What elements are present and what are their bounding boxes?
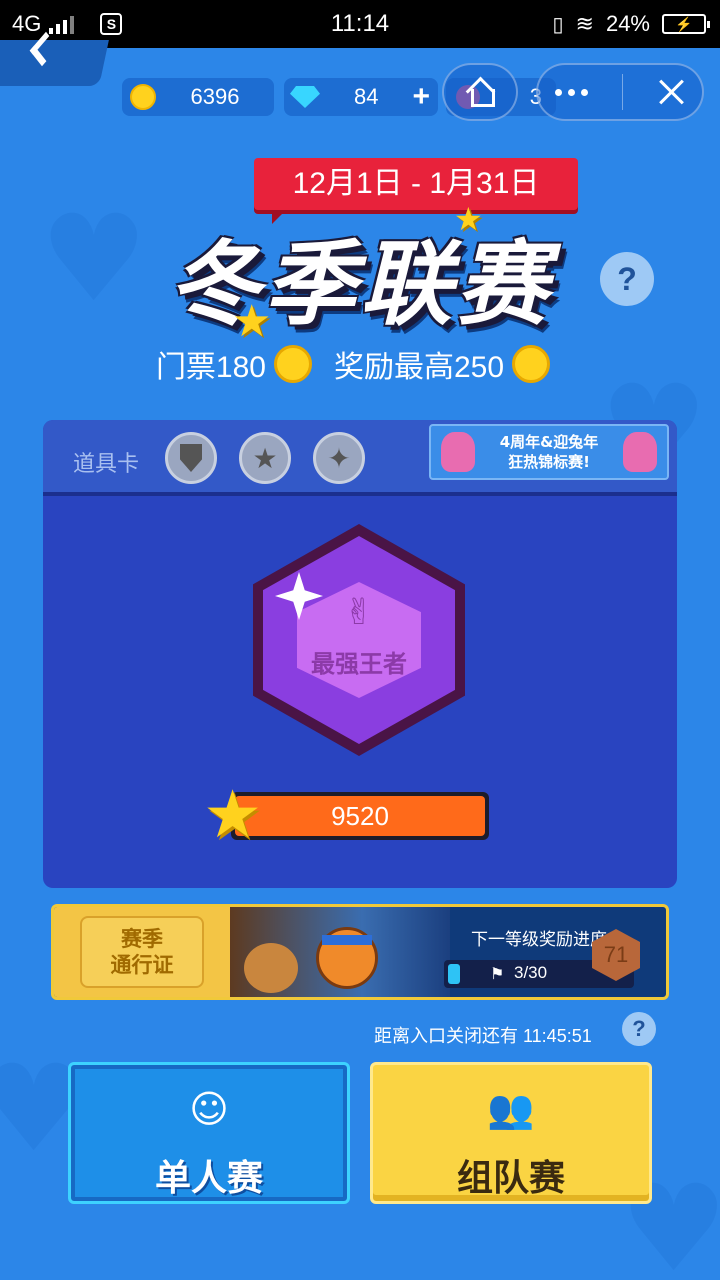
star-icon: ★ [203,776,263,853]
props-bar: 道具卡 ★ ✦ 4周年&迎兔年 狂热锦标赛! [43,420,677,496]
rank-name: 最强王者 [311,650,407,678]
team-mode-label: 组队赛 [456,1158,565,1199]
promo-banner[interactable]: 4周年&迎兔年 狂热锦标赛! [429,424,669,480]
team-players-icon: 👥 [487,1087,535,1131]
vibrate-icon: ▯ [552,13,564,36]
single-mode-label: 单人赛 [154,1158,263,1199]
props-label: 道具卡 [73,452,140,477]
close-button[interactable] [657,78,685,106]
rank-panel: 道具卡 ★ ✦ 4周年&迎兔年 狂热锦标赛! ✌ 最强王者 9520 ★ [43,420,677,888]
max-reward-label: 奖励最高250 [334,351,505,384]
date-range-banner: 12月1日 - 1月31日 [254,158,578,224]
battery-charging-icon: ⚡ [662,14,710,34]
star-deco-icon: ★ [232,296,272,347]
coin-icon [274,345,312,383]
diamond-icon [290,86,320,108]
back-button[interactable] [0,31,109,86]
wifi-icon: ≋ [575,11,594,36]
ticket-price-label: 门票180 [155,351,266,384]
single-mode-button[interactable]: ☺ 单人赛 [68,1062,350,1204]
home-button[interactable] [442,63,518,121]
pass-title-line1: 赛季 [121,927,163,951]
capsule-divider [622,74,623,110]
mascot-icon [623,432,657,472]
more-menu-button[interactable] [555,88,588,96]
sparkle-icon: ✦ [327,441,351,475]
pass-progress-text: 3/30 [514,963,548,982]
mini-program-capsule [536,63,704,121]
entry-close-timer: 距离入口关闭还有 11:45:51 [374,1026,592,1046]
timer-help-button[interactable]: ? [622,1012,656,1046]
season-pass-ticket: 赛季 通行证 [54,907,230,997]
event-help-button[interactable]: ? [600,252,654,306]
flag-icon: ⚑ [490,964,505,983]
promo-line2: 狂热锦标赛! [508,453,590,471]
star-deco-icon: ★ [454,200,483,238]
pass-progress-fill [448,964,460,984]
coin-icon [130,84,156,110]
single-player-icon: ☺ [189,1087,229,1131]
coin-amount: 6396 [190,84,240,109]
score-value: 9520 [235,796,485,836]
star-icon: ★ [252,441,278,475]
boost-card-button[interactable]: ✦ [313,432,365,484]
promo-line1: 4周年&迎兔年 [499,433,599,451]
rank-emblem[interactable]: ✌ 最强王者 [253,524,465,756]
score-bar: 9520 [231,792,489,840]
entry-info: 门票180 奖励最高250 [0,342,720,386]
battery-percent: 24% [605,11,650,36]
pass-character-art [230,907,450,997]
add-gems-button[interactable]: + [412,80,430,114]
coin-icon [512,345,551,383]
season-pass-banner[interactable]: 赛季 通行证 下一等级奖励进度 ⚑ 3/30 71 [51,904,669,1000]
gem-balance: 84 + [284,78,438,116]
mascot-icon [441,432,475,472]
shield-icon [180,444,202,472]
team-mode-button[interactable]: 👥 组队赛 [370,1062,652,1204]
pass-title-line2: 通行证 [110,953,174,977]
gem-amount: 84 [353,84,379,109]
star-card-button[interactable]: ★ [239,432,291,484]
coin-balance: 6396 [122,78,274,116]
victory-hand-icon: ✌ [343,592,375,633]
shield-card-button[interactable] [165,432,217,484]
home-icon [466,79,495,107]
